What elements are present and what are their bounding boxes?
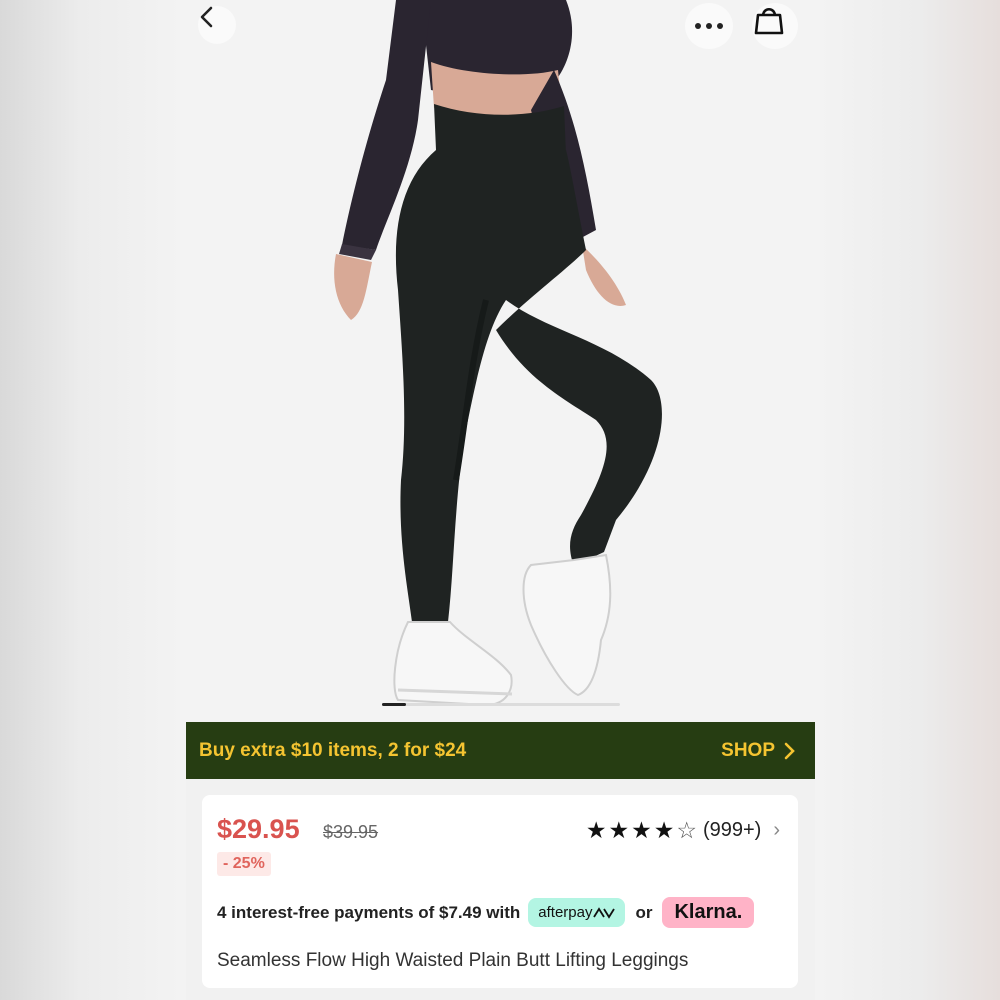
chevron-right-icon: › xyxy=(773,819,780,841)
more-options-button[interactable] xyxy=(685,3,733,49)
installment-row: 4 interest-free payments of $7.49 with a… xyxy=(217,897,755,928)
promo-shop-link[interactable]: SHOP xyxy=(721,740,795,762)
afterpay-arrows-icon xyxy=(593,906,616,919)
original-price: $39.95 xyxy=(323,822,379,842)
product-image-gallery[interactable] xyxy=(186,0,815,722)
product-info-card: $29.95 $39.95 - 25% ★ ★ ★ ★ ☆ (999+) › 4… xyxy=(202,795,798,988)
star-empty-icon: ☆ xyxy=(676,817,697,843)
product-title: Seamless Flow High Waisted Plain Butt Li… xyxy=(217,950,689,971)
product-photo xyxy=(334,0,662,707)
afterpay-badge[interactable]: afterpay xyxy=(528,898,626,927)
gallery-page-indicator xyxy=(382,703,620,706)
app-screen: Buy extra $10 items, 2 for $24 SHOP $29.… xyxy=(186,0,815,1000)
promo-shop-label: SHOP xyxy=(721,739,775,761)
promo-banner[interactable]: Buy extra $10 items, 2 for $24 SHOP xyxy=(186,722,815,779)
review-count: (999+) xyxy=(702,819,762,841)
gallery-page-indicator-active xyxy=(382,703,406,706)
chevron-right-icon xyxy=(784,742,795,759)
back-button[interactable] xyxy=(198,6,236,44)
chevron-left-icon xyxy=(200,6,213,28)
sale-price: $29.95 xyxy=(217,814,300,844)
star-filled-icon: ★ xyxy=(608,817,630,843)
or-text: or xyxy=(635,902,653,922)
klarna-badge[interactable]: Klarna. xyxy=(662,897,755,928)
star-filled-icon: ★ xyxy=(653,817,675,843)
star-filled-icon: ★ xyxy=(631,817,652,843)
shopping-bag-icon xyxy=(754,7,784,35)
afterpay-label: afterpay xyxy=(538,904,593,921)
installment-text: 4 interest-free payments of $7.49 with xyxy=(217,902,521,922)
promo-text: Buy extra $10 items, 2 for $24 xyxy=(199,739,467,761)
discount-badge: - 25% xyxy=(217,852,271,876)
shopping-bag-button[interactable] xyxy=(752,3,798,49)
more-horizontal-icon xyxy=(695,23,723,29)
star-filled-icon: ★ xyxy=(585,817,607,843)
rating-summary[interactable]: ★ ★ ★ ★ ☆ (999+) › xyxy=(586,819,780,842)
